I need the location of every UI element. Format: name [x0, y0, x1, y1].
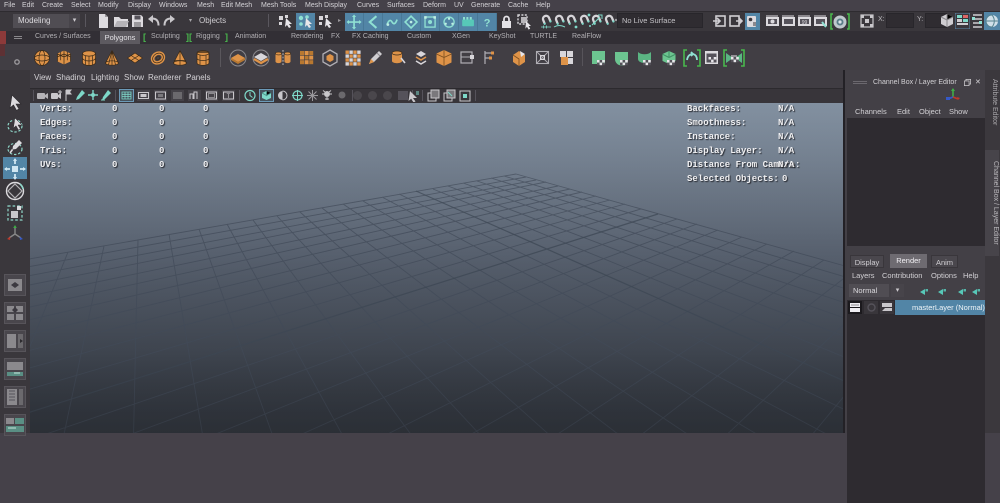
svg-text:T: T: [227, 94, 231, 100]
svg-text:99: 99: [802, 20, 808, 26]
svg-text:?: ?: [484, 17, 491, 29]
